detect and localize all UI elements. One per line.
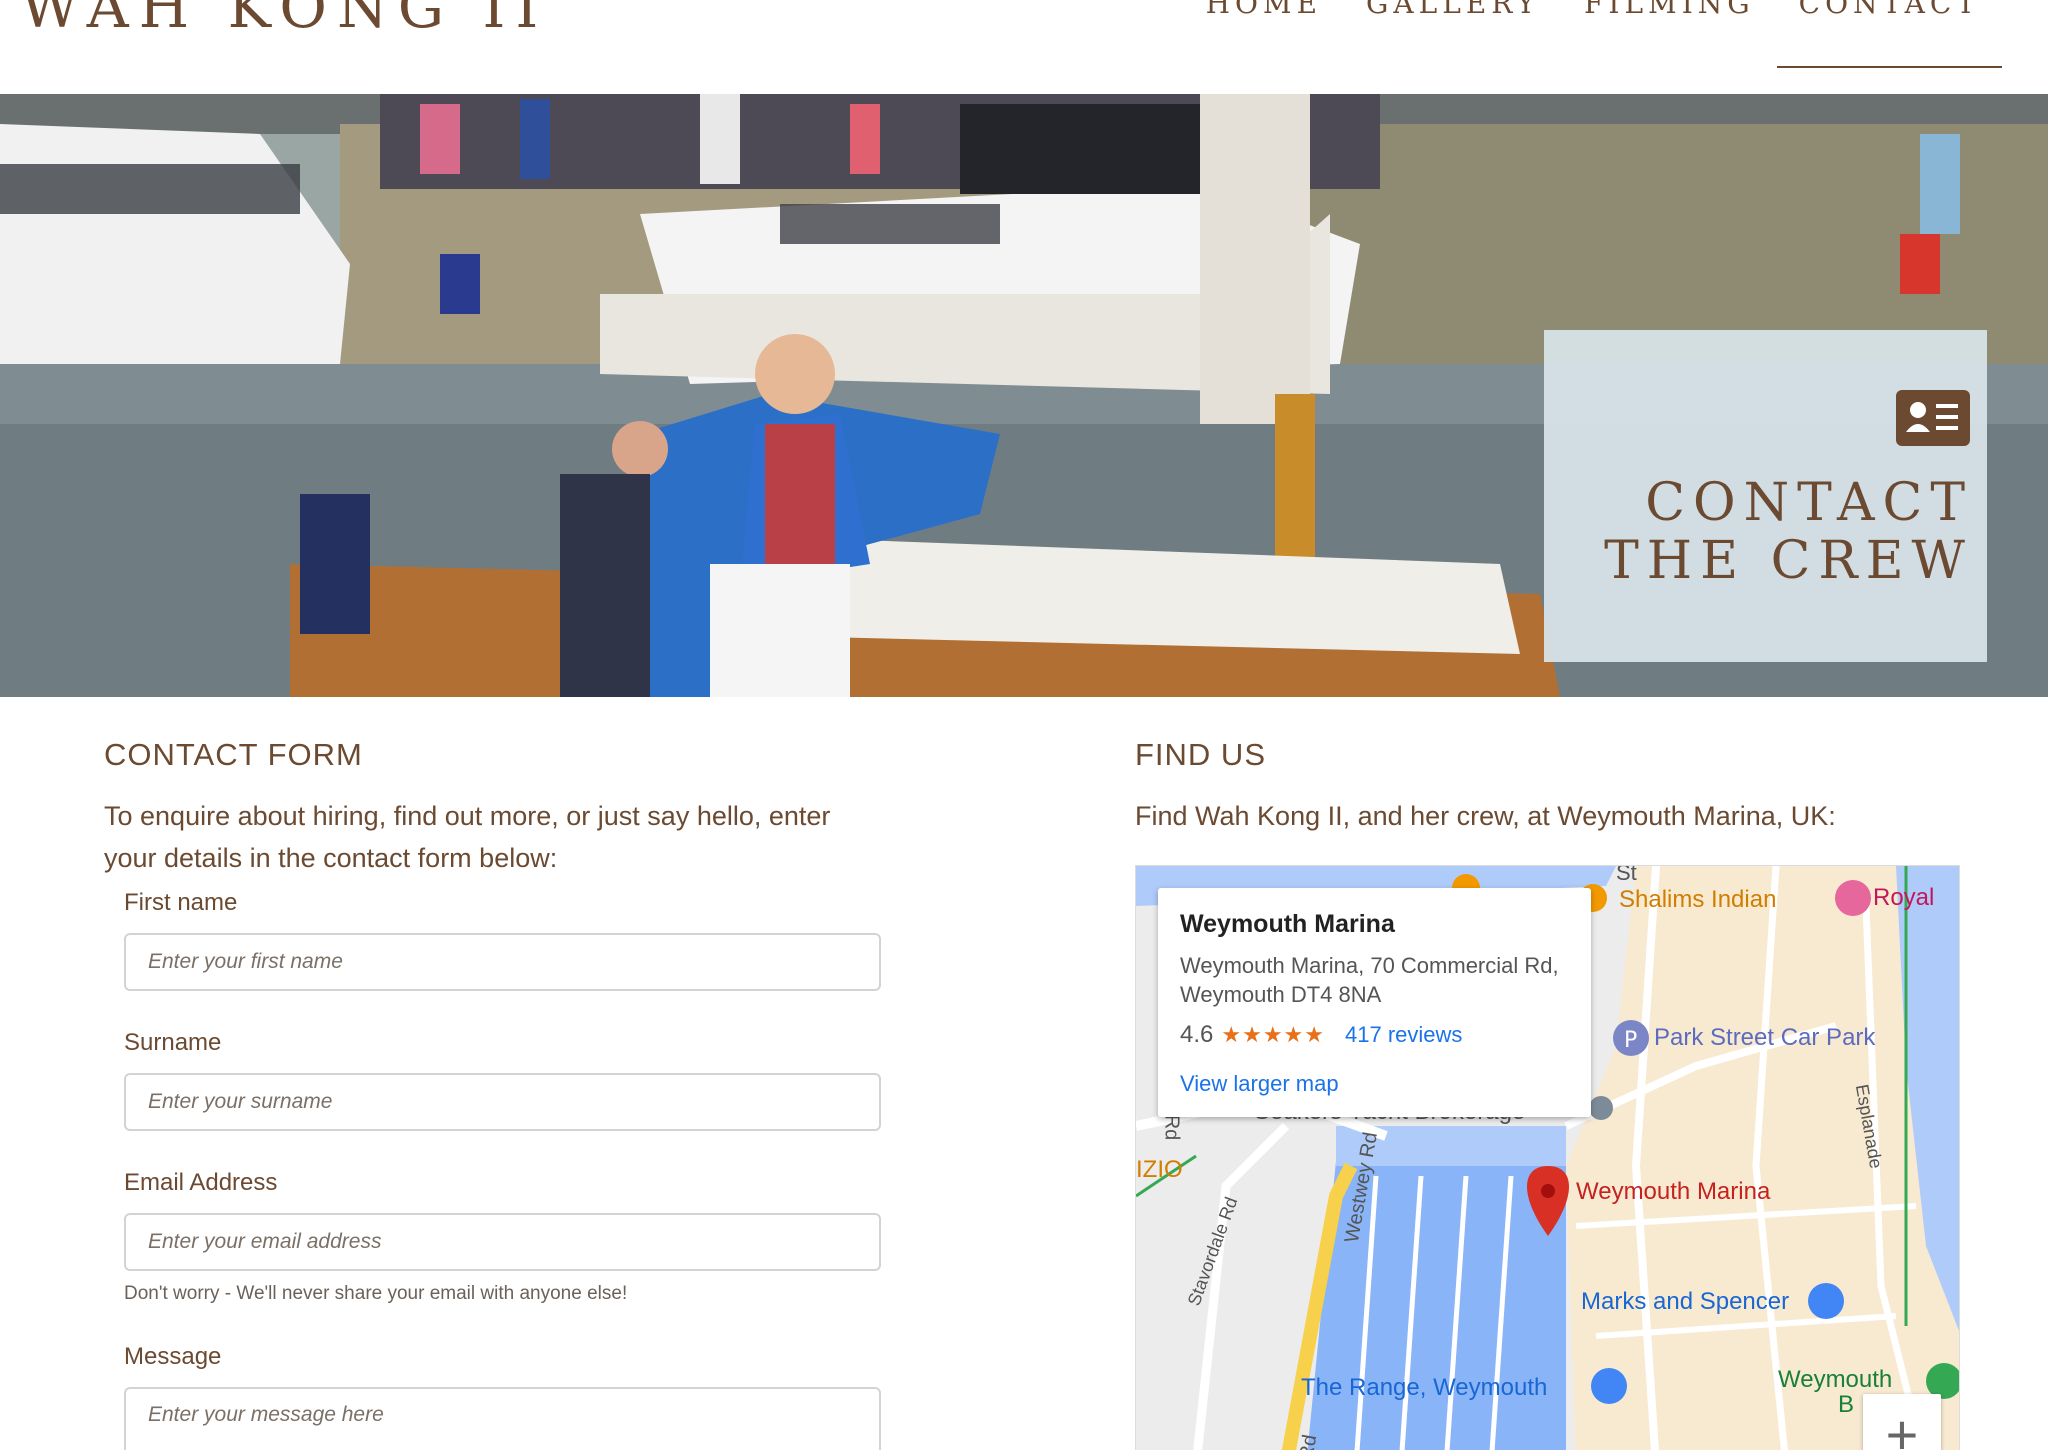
map-label-range: The Range, Weymouth xyxy=(1301,1374,1548,1401)
email-input[interactable]: Enter your email address xyxy=(124,1213,881,1271)
message-label: Message xyxy=(124,1343,222,1370)
find-us-heading: FIND US xyxy=(1135,737,1266,772)
popup-rating: 4.6 ★★★★★ 417 reviews xyxy=(1180,1021,1569,1049)
site-header: WAH KONG II HOME GALLERY FILMING CONTACT xyxy=(0,0,2048,94)
hero-title-line1: CONTACT xyxy=(1645,473,1973,533)
hero-title-line2: THE CREW xyxy=(1604,531,1973,591)
contact-form: First name Enter your first name Surname… xyxy=(124,889,884,1450)
reviews-link[interactable]: 417 reviews xyxy=(1345,1022,1462,1048)
first-name-input[interactable]: Enter your first name xyxy=(124,933,881,991)
nav-home[interactable]: HOME xyxy=(1184,0,1344,68)
map-label-shalims: Shalims Indian xyxy=(1619,886,1777,913)
embedded-map[interactable]: P St Shalims Indian Royal Park Street Ca… xyxy=(1135,865,1960,1450)
contact-section: CONTACT FORM To enquire about hiring, fi… xyxy=(104,737,884,1450)
find-us-section: FIND US Find Wah Kong II, and her crew, … xyxy=(1135,737,1960,1450)
surname-input[interactable]: Enter your surname xyxy=(124,1073,881,1131)
map-label-park: Park Street Car Park xyxy=(1654,1024,1876,1051)
rating-stars-icon: ★★★★★ xyxy=(1221,1022,1325,1047)
main-nav: HOME GALLERY FILMING CONTACT xyxy=(1184,0,2002,68)
first-name-placeholder: Enter your first name xyxy=(148,950,343,973)
surname-placeholder: Enter your surname xyxy=(148,1090,333,1113)
popup-address: Weymouth Marina, 70 Commercial Rd, Weymo… xyxy=(1180,953,1559,1007)
contact-card-icon xyxy=(1896,390,1970,446)
message-placeholder: Enter your message here xyxy=(148,1403,384,1426)
view-larger-map-link[interactable]: View larger map xyxy=(1180,1071,1569,1097)
map-label-weymouth: Weymouth xyxy=(1778,1366,1893,1393)
nav-contact[interactable]: CONTACT xyxy=(1776,0,2002,68)
surname-label: Surname xyxy=(124,1029,222,1056)
nav-gallery[interactable]: GALLERY xyxy=(1344,0,1562,68)
map-label-marina: Weymouth Marina xyxy=(1576,1178,1771,1205)
find-us-intro: Find Wah Kong II, and her crew, at Weymo… xyxy=(1135,801,1836,831)
contact-intro: To enquire about hiring, find out more, … xyxy=(104,801,831,873)
message-input[interactable]: Enter your message here xyxy=(124,1387,881,1450)
map-label-street: St xyxy=(1616,865,1637,885)
first-name-label: First name xyxy=(124,889,238,916)
map-label-rd-bottom: Rd xyxy=(1295,1432,1322,1450)
map-label-marks-spencer: Marks and Spencer xyxy=(1581,1288,1790,1315)
map-label-royal: Royal xyxy=(1873,884,1935,911)
hero-banner: CONTACT THE CREW xyxy=(0,94,2048,697)
map-label-b: B xyxy=(1838,1391,1855,1418)
map-label-rd-left: Rd xyxy=(1160,1114,1183,1141)
rating-value: 4.6 xyxy=(1180,1021,1214,1048)
svg-text:P: P xyxy=(1624,1028,1637,1053)
map-label-izio: IZIO xyxy=(1136,1156,1183,1183)
site-logo[interactable]: WAH KONG II xyxy=(20,0,548,36)
map-info-popup: Weymouth Marina Weymouth Marina, 70 Comm… xyxy=(1158,888,1591,1117)
page: WAH KONG II HOME GALLERY FILMING CONTACT xyxy=(0,0,2048,1450)
hero-card: CONTACT THE CREW xyxy=(1544,330,1987,662)
contact-heading: CONTACT FORM xyxy=(104,737,363,772)
popup-title: Weymouth Marina xyxy=(1180,910,1395,938)
email-help-text: Don't worry - We'll never share your ema… xyxy=(124,1283,628,1304)
email-label: Email Address xyxy=(124,1169,278,1196)
email-placeholder: Enter your email address xyxy=(148,1230,382,1253)
zoom-in-button[interactable]: + xyxy=(1863,1394,1941,1450)
hero-title: CONTACT THE CREW xyxy=(1604,474,1973,590)
nav-filming[interactable]: FILMING xyxy=(1562,0,1777,68)
